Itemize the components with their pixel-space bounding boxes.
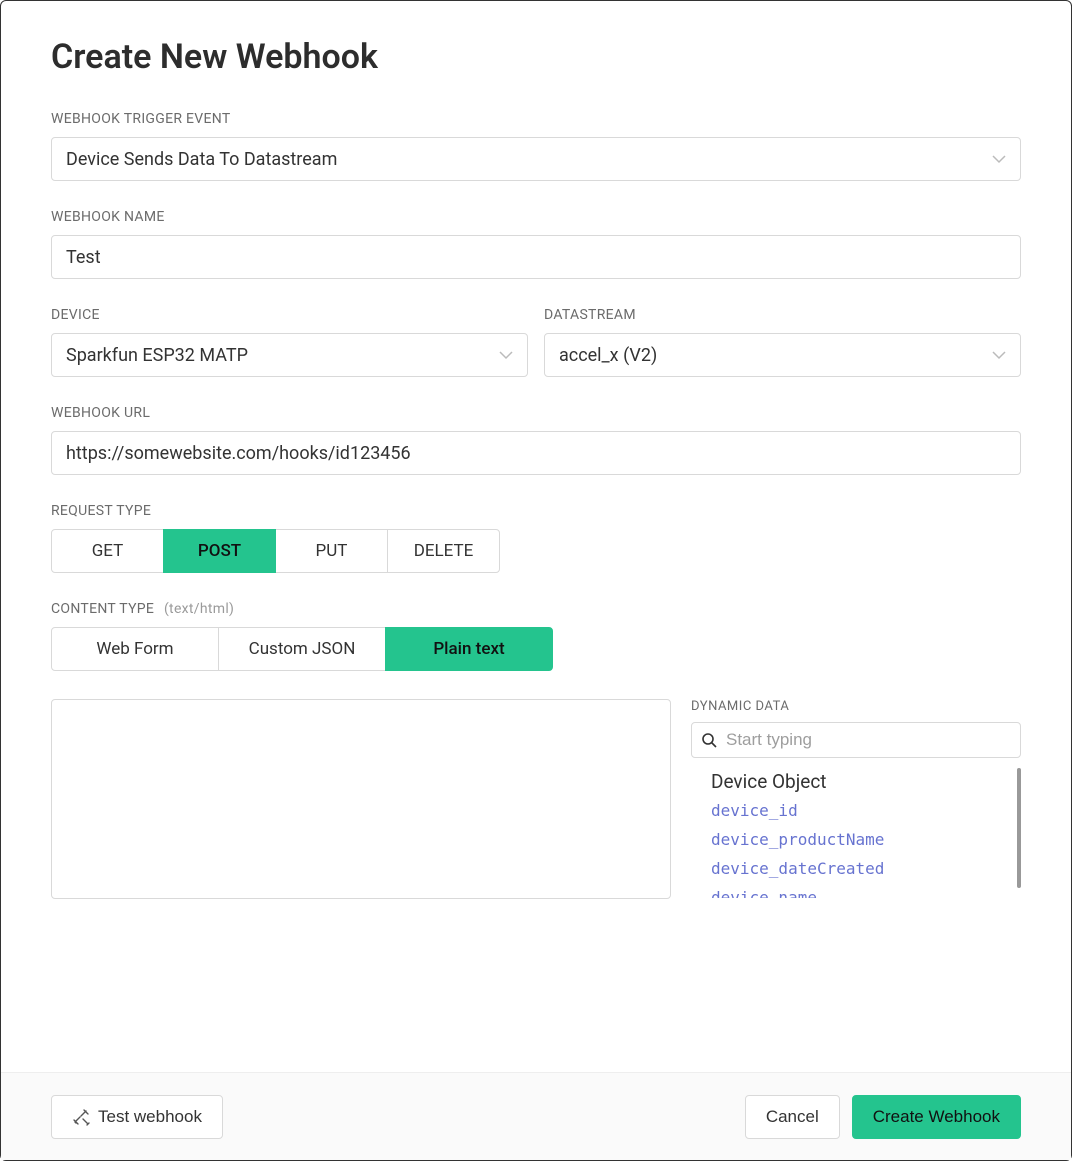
create-webhook-button[interactable]: Create Webhook: [852, 1095, 1021, 1139]
name-input[interactable]: [66, 247, 1006, 268]
dynamic-data-item[interactable]: device_dateCreated: [711, 859, 1021, 878]
url-input[interactable]: [66, 443, 1006, 464]
trigger-select[interactable]: Device Sends Data To Datastream: [51, 137, 1021, 181]
page-title: Create New Webhook: [51, 37, 1021, 77]
content-type-webform[interactable]: Web Form: [51, 627, 219, 671]
dynamic-data-item[interactable]: device_id: [711, 801, 1021, 820]
footer: Test webhook Cancel Create Webhook: [1, 1072, 1071, 1160]
datastream-select[interactable]: accel_x (V2): [544, 333, 1021, 377]
test-webhook-label: Test webhook: [98, 1107, 202, 1127]
test-webhook-button[interactable]: Test webhook: [51, 1095, 223, 1139]
create-webhook-label: Create Webhook: [873, 1107, 1000, 1127]
content-type-label: CONTENT TYPE (text/html): [51, 601, 1021, 617]
request-type-label: REQUEST TYPE: [51, 503, 1021, 519]
payload-textarea[interactable]: [51, 699, 671, 899]
dynamic-data-item[interactable]: device_name: [711, 888, 1021, 898]
device-select[interactable]: Sparkfun ESP32 MATP: [51, 333, 528, 377]
url-input-wrap: [51, 431, 1021, 475]
chevron-down-icon: [992, 345, 1006, 366]
request-type-get[interactable]: GET: [51, 529, 164, 573]
content-type-label-text: CONTENT TYPE: [51, 601, 154, 617]
trigger-label: WEBHOOK TRIGGER EVENT: [51, 111, 1021, 127]
dynamic-data-item[interactable]: device_productName: [711, 830, 1021, 849]
trigger-value: Device Sends Data To Datastream: [66, 149, 337, 170]
dynamic-data-list[interactable]: Device Object device_id device_productNa…: [691, 768, 1021, 898]
scrollbar[interactable]: [1017, 768, 1021, 888]
content-type-hint: (text/html): [164, 601, 234, 617]
device-label: DEVICE: [51, 307, 528, 323]
cancel-button[interactable]: Cancel: [745, 1095, 840, 1139]
dynamic-data-label: DYNAMIC DATA: [691, 699, 1021, 714]
cancel-label: Cancel: [766, 1107, 819, 1127]
dynamic-data-group-header: Device Object: [711, 770, 1021, 793]
request-type-delete[interactable]: DELETE: [387, 529, 500, 573]
tools-icon: [72, 1108, 90, 1126]
datastream-label: DATASTREAM: [544, 307, 1021, 323]
name-input-wrap: [51, 235, 1021, 279]
chevron-down-icon: [992, 149, 1006, 170]
url-label: WEBHOOK URL: [51, 405, 1021, 421]
content-type-group: Web Form Custom JSON Plain text: [51, 627, 553, 671]
chevron-down-icon: [499, 345, 513, 366]
device-value: Sparkfun ESP32 MATP: [66, 345, 248, 366]
content-type-customjson[interactable]: Custom JSON: [218, 627, 386, 671]
datastream-value: accel_x (V2): [559, 345, 657, 366]
name-label: WEBHOOK NAME: [51, 209, 1021, 225]
request-type-post[interactable]: POST: [163, 529, 276, 573]
content-type-plaintext[interactable]: Plain text: [385, 627, 553, 671]
dynamic-data-search[interactable]: [691, 722, 1021, 758]
request-type-put[interactable]: PUT: [275, 529, 388, 573]
search-icon: [701, 732, 717, 748]
request-type-group: GET POST PUT DELETE: [51, 529, 500, 573]
